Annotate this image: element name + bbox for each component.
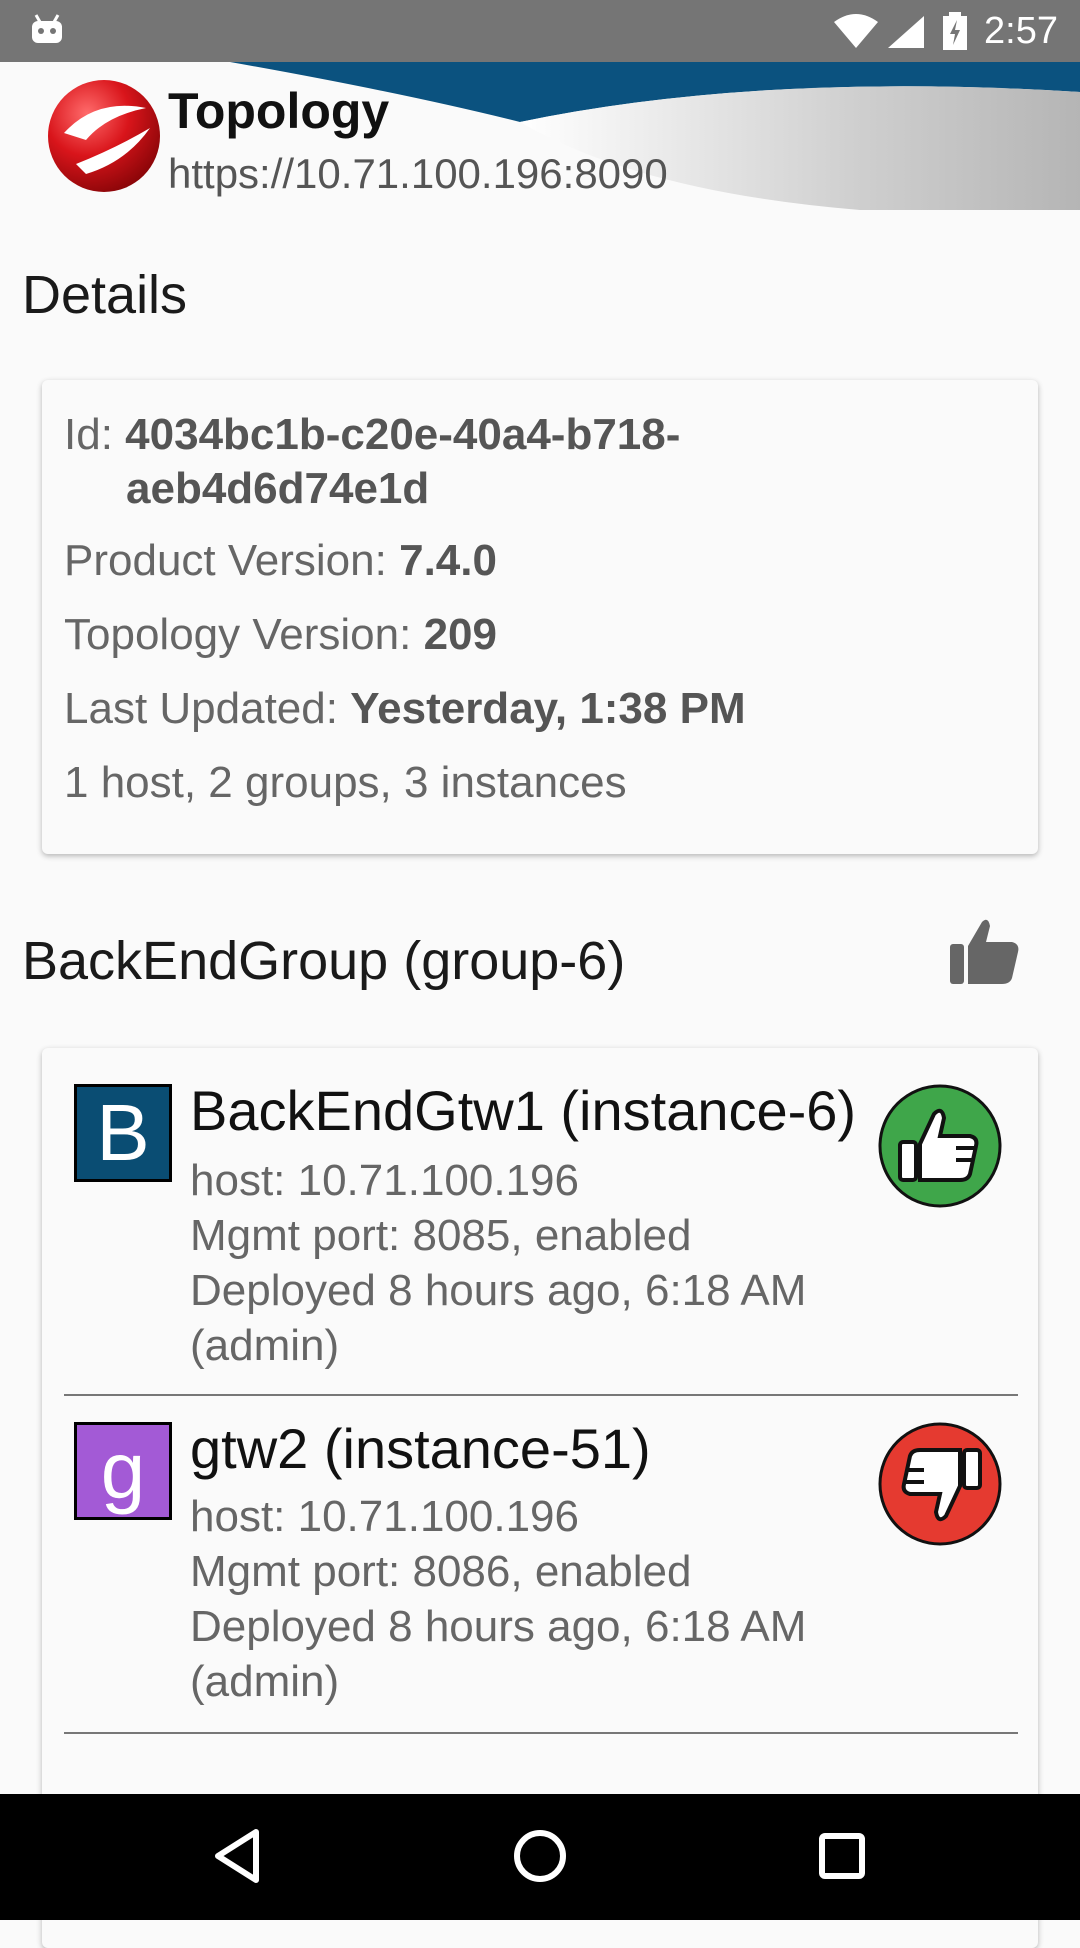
topology-version-row: Topology Version: 209 [64, 610, 497, 660]
instance-host: host: 10.71.100.196 [190, 1156, 579, 1205]
instance-row[interactable]: g gtw2 (instance-51) host: 10.71.100.196… [42, 1416, 1038, 1750]
instance-host: host: 10.71.100.196 [190, 1492, 579, 1541]
id-row-continued: aeb4d6d74e1d [126, 464, 429, 514]
wifi-icon [834, 14, 878, 48]
topology-summary: 1 host, 2 groups, 3 instances [64, 758, 627, 807]
app-title: Topology [168, 83, 390, 139]
thumbs-down-icon[interactable] [878, 1422, 1002, 1546]
back-icon[interactable] [206, 1824, 270, 1888]
instance-name: gtw2 (instance-51) [190, 1417, 651, 1480]
last-updated-label: Last Updated: [64, 684, 338, 733]
android-icon [32, 14, 62, 43]
id-value-continued: aeb4d6d74e1d [126, 464, 430, 513]
navigation-bar [0, 1794, 1080, 1920]
instance-name: BackEndGtw1 (instance-6) [190, 1079, 857, 1142]
id-label: Id: [64, 410, 113, 459]
last-updated-value: Yesterday, 1:38 PM [350, 684, 746, 733]
divider [64, 1394, 1018, 1396]
instance-deployed-by: (admin) [190, 1657, 340, 1706]
product-version-row: Product Version: 7.4.0 [64, 536, 497, 586]
recents-icon[interactable] [810, 1824, 874, 1888]
id-value: 4034bc1b-c20e-40a4-b718- [125, 410, 681, 459]
home-icon[interactable] [508, 1824, 572, 1888]
id-row: Id: 4034bc1b-c20e-40a4-b718- [64, 410, 680, 460]
battery-charging-icon [943, 12, 967, 50]
instance-deployed: Deployed 8 hours ago, 6:18 AM [190, 1602, 807, 1651]
instance-deployed: Deployed 8 hours ago, 6:18 AM [190, 1266, 807, 1315]
app-logo [48, 80, 160, 192]
instance-row[interactable]: B BackEndGtw1 (instance-6) host: 10.71.1… [42, 1078, 1038, 1442]
thumbs-up-icon[interactable] [946, 912, 1022, 988]
topology-version-value: 209 [423, 610, 497, 659]
product-version-label: Product Version: [64, 536, 387, 585]
product-version-value: 7.4.0 [399, 536, 497, 585]
server-url: https://10.71.100.196:8090 [168, 150, 668, 197]
divider [64, 1732, 1018, 1734]
details-heading: Details [22, 265, 188, 325]
status-bar: 2:57 [0, 0, 1080, 62]
instance-avatar: g [74, 1422, 172, 1520]
instance-mgmt-port: Mgmt port: 8085, enabled [190, 1211, 692, 1260]
status-time: 2:57 [984, 10, 1058, 52]
thumbs-up-icon[interactable] [878, 1084, 1002, 1208]
instance-mgmt-port: Mgmt port: 8086, enabled [190, 1547, 692, 1596]
app-header: Topology https://10.71.100.196:8090 [0, 62, 1080, 212]
instance-avatar: B [74, 1084, 172, 1182]
signal-icon [888, 16, 924, 48]
group-heading: BackEndGroup (group-6) [22, 931, 626, 991]
details-card: Id: 4034bc1b-c20e-40a4-b718- aeb4d6d74e1… [42, 380, 1038, 854]
last-updated-row: Last Updated: Yesterday, 1:38 PM [64, 684, 746, 734]
topology-version-label: Topology Version: [64, 610, 412, 659]
instance-deployed-by: (admin) [190, 1321, 340, 1370]
